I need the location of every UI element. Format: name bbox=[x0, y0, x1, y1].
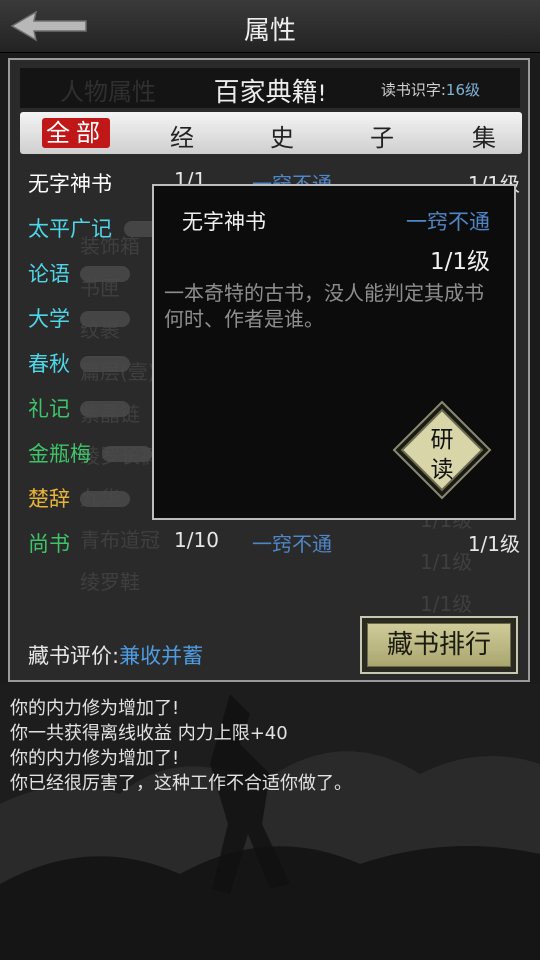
tab-all[interactable]: 全部 bbox=[42, 118, 110, 148]
book-progress: 1/10 bbox=[174, 528, 219, 552]
category-tabs: 全部 经 史 子 集 bbox=[20, 112, 522, 154]
ranking-button[interactable]: 藏书排行 bbox=[360, 616, 518, 674]
collection-rating: 藏书评价:兼收并蓄 bbox=[28, 640, 203, 670]
book-name[interactable]: 金瓶梅 bbox=[28, 438, 91, 468]
log-line: 你已经很厉害了，这种工作不合适你做了。 bbox=[10, 773, 352, 794]
book-name[interactable]: 大学 bbox=[28, 303, 70, 333]
rating-label: 藏书评价: bbox=[28, 644, 120, 668]
log-line: 你一共获得离线收益 内力上限+40 bbox=[10, 723, 288, 744]
reading-skill-level: 16级 bbox=[445, 81, 480, 99]
row-shadow bbox=[80, 356, 130, 372]
panel-header: 人物属性 百家典籍! 读书识字:16级 bbox=[20, 68, 520, 108]
log-line: 你的内力修为增加了! bbox=[10, 748, 180, 769]
book-detail-popup: 无字神书 一窍不通 1/1级 一本奇特的古书，没人能判定其成书何时、作者是谁。 … bbox=[152, 184, 516, 520]
row-shadow bbox=[102, 446, 152, 462]
book-name[interactable]: 论语 bbox=[28, 258, 70, 288]
log-line: 你的内力修为增加了! bbox=[10, 698, 180, 719]
book-name[interactable]: 无字神书 bbox=[28, 168, 112, 198]
reading-skill-label: 读书识字: bbox=[380, 81, 446, 99]
tab-ji[interactable]: 集 bbox=[472, 118, 502, 152]
book-name[interactable]: 楚辞 bbox=[28, 483, 70, 513]
study-label-top: 研 bbox=[430, 427, 454, 453]
panel-title: 百家典籍 bbox=[213, 78, 318, 108]
row-shadow bbox=[80, 491, 130, 507]
reading-skill: 读书识字:16级 bbox=[381, 79, 480, 100]
ghost-item-value: 1/1级 bbox=[420, 592, 473, 616]
ranking-button-label: 藏书排行 bbox=[367, 623, 511, 667]
title-mark: ! bbox=[317, 82, 327, 107]
popup-book-status: 一窍不通 bbox=[406, 210, 490, 234]
study-button[interactable]: 研 读 bbox=[392, 400, 492, 500]
book-name[interactable]: 尚书 bbox=[28, 528, 70, 558]
row-shadow bbox=[80, 401, 130, 417]
book-name[interactable]: 礼记 bbox=[28, 393, 70, 423]
ghost-item-label: 绫罗鞋 bbox=[80, 570, 140, 594]
message-log: 你的内力修为增加了! 你一共获得离线收益 内力上限+40 你的内力修为增加了! … bbox=[10, 696, 352, 796]
book-panel: 装饰箱书匣纹裹篇层(壹)紫晶链绫罗长裤九华青布道冠绫罗鞋1/101/101/10… bbox=[8, 58, 530, 682]
book-name[interactable]: 太平广记 bbox=[28, 213, 112, 243]
tab-zi[interactable]: 子 bbox=[370, 118, 400, 152]
tab-jing[interactable]: 经 bbox=[170, 118, 200, 152]
book-level: 1/1级 bbox=[467, 532, 520, 556]
book-status: 一窍不通 bbox=[252, 532, 332, 556]
rating-value: 兼收并蓄 bbox=[119, 644, 204, 668]
tab-shi[interactable]: 史 bbox=[270, 118, 300, 152]
book-name[interactable]: 春秋 bbox=[28, 348, 70, 378]
page-title: 属性 bbox=[243, 16, 296, 46]
book-row[interactable]: 尚书 1/10 一窍不通 1/1级 bbox=[20, 522, 520, 562]
study-label-bottom: 读 bbox=[430, 457, 454, 483]
top-bar: 属性 bbox=[0, 0, 540, 53]
popup-book-description: 一本奇特的古书，没人能判定其成书何时、作者是谁。 bbox=[164, 281, 484, 331]
row-shadow bbox=[80, 311, 130, 327]
row-shadow bbox=[80, 266, 130, 282]
popup-book-name: 无字神书 bbox=[182, 210, 266, 234]
popup-book-level: 1/1级 bbox=[429, 249, 490, 275]
